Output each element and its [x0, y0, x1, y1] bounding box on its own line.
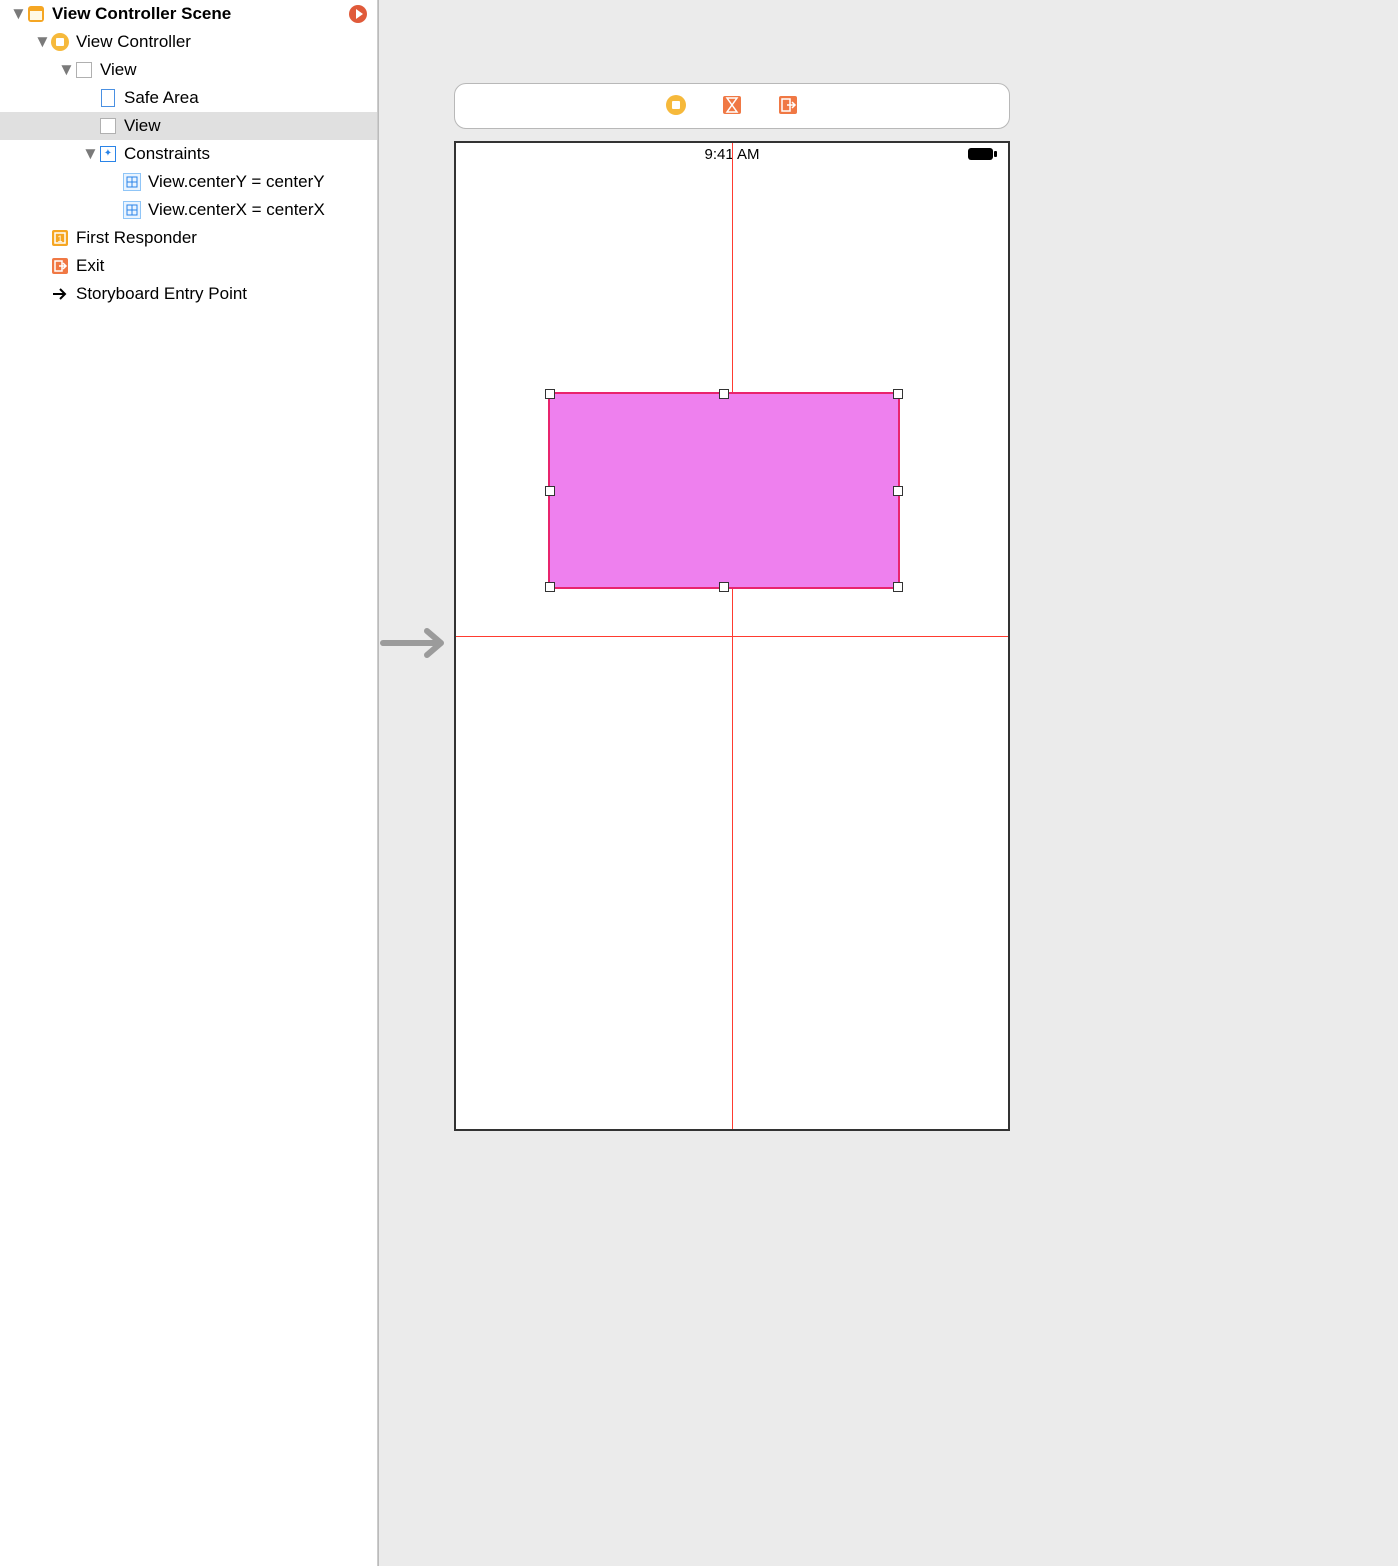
tree-label: Storyboard Entry Point: [76, 282, 247, 306]
resize-handle-b[interactable]: [719, 582, 729, 592]
device-frame[interactable]: 9:41 AM: [454, 141, 1010, 1131]
resize-handle-tl[interactable]: [545, 389, 555, 399]
resize-handle-t[interactable]: [719, 389, 729, 399]
disclosure-triangle[interactable]: ▼: [58, 58, 72, 82]
tree-row-scene[interactable]: ▼ View Controller Scene: [0, 0, 377, 28]
first-responder-toolbar-icon[interactable]: [721, 94, 743, 119]
constraint-icon: [122, 200, 142, 220]
disclosure-triangle[interactable]: ▼: [34, 30, 48, 54]
constraints-icon: ✦: [98, 144, 118, 164]
tree-label: View.centerX = centerX: [148, 198, 325, 222]
first-responder-icon: 1: [50, 228, 70, 248]
view-icon: [74, 60, 94, 80]
view-controller-icon: [50, 32, 70, 52]
resize-handle-r[interactable]: [893, 486, 903, 496]
error-badge-icon[interactable]: [349, 5, 367, 23]
tree-row-safe-area[interactable]: Safe Area: [0, 84, 377, 112]
tree-label: Exit: [76, 254, 104, 278]
tree-label: Constraints: [124, 142, 210, 166]
tree-row-exit[interactable]: Exit: [0, 252, 377, 280]
interface-builder-canvas[interactable]: 9:41 AM: [378, 0, 1398, 1566]
constraint-icon: [122, 172, 142, 192]
safe-area-icon: [98, 88, 118, 108]
scene-toolbar[interactable]: [454, 83, 1010, 129]
storyboard-entry-arrow-icon[interactable]: [379, 628, 457, 658]
tree-label: Safe Area: [124, 86, 199, 110]
selected-view[interactable]: [550, 394, 898, 586]
alignment-guide-horizontal: [456, 636, 1008, 637]
exit-icon: [50, 256, 70, 276]
view-icon: [98, 116, 118, 136]
tree-label: View: [124, 114, 161, 138]
tree-row-view-root[interactable]: ▼ View: [0, 56, 377, 84]
document-outline[interactable]: ▼ View Controller Scene ▼ View Controlle…: [0, 0, 378, 1566]
resize-handle-l[interactable]: [545, 486, 555, 496]
tree-label: View: [100, 58, 137, 82]
resize-handle-br[interactable]: [893, 582, 903, 592]
tree-row-first-responder[interactable]: 1 First Responder: [0, 224, 377, 252]
tree-label: First Responder: [76, 226, 197, 250]
resize-handle-bl[interactable]: [545, 582, 555, 592]
tree-label: View Controller: [76, 30, 191, 54]
disclosure-triangle[interactable]: ▼: [82, 142, 96, 166]
tree-row-view-controller[interactable]: ▼ View Controller: [0, 28, 377, 56]
svg-text:1: 1: [57, 234, 62, 244]
battery-icon: [968, 147, 998, 165]
scene-label: View Controller Scene: [52, 2, 231, 26]
view-controller-toolbar-icon[interactable]: [665, 94, 687, 119]
tree-row-constraint-x[interactable]: View.centerX = centerX: [0, 196, 377, 224]
tree-row-view-child[interactable]: View: [0, 112, 377, 140]
tree-row-entry-point[interactable]: Storyboard Entry Point: [0, 280, 377, 308]
exit-toolbar-icon[interactable]: [777, 94, 799, 119]
scene-icon: [26, 4, 46, 24]
tree-label: View.centerY = centerY: [148, 170, 325, 194]
tree-row-constraint-y[interactable]: View.centerY = centerY: [0, 168, 377, 196]
tree-row-constraints[interactable]: ▼ ✦ Constraints: [0, 140, 377, 168]
disclosure-triangle[interactable]: ▼: [10, 2, 24, 26]
resize-handle-tr[interactable]: [893, 389, 903, 399]
entry-point-icon: [50, 284, 70, 304]
